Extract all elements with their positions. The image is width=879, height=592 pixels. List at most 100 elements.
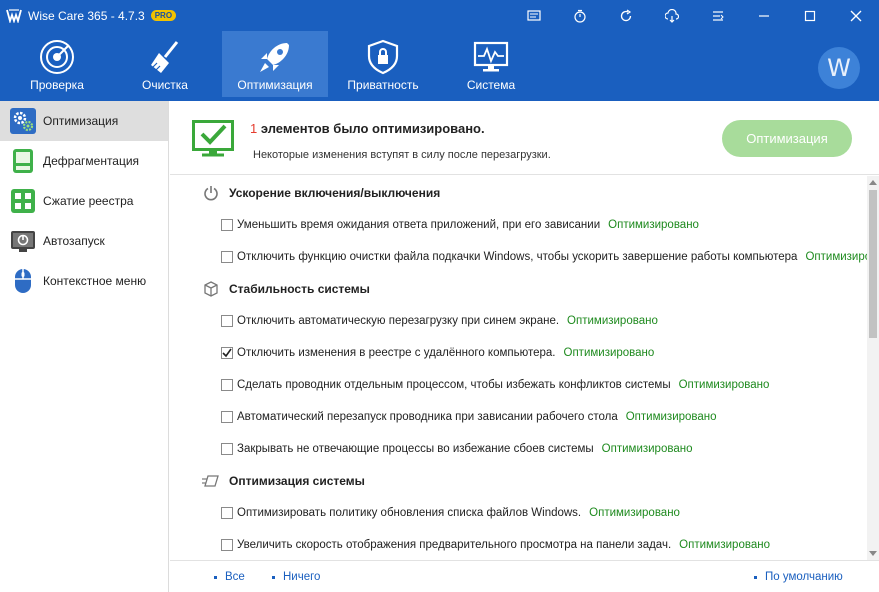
mouse-icon xyxy=(10,268,36,294)
sidebar-item-startup[interactable]: Автозапуск xyxy=(0,221,168,261)
pro-badge: PRO xyxy=(150,10,177,21)
check-monitor-icon xyxy=(192,120,234,157)
sidebar-item-label: Контекстное меню xyxy=(43,274,147,288)
scrollbar[interactable] xyxy=(867,176,879,560)
status-label: Оптимизировано xyxy=(608,219,699,231)
section-title: Стабильность системы xyxy=(229,282,370,296)
optimize-button[interactable]: Оптимизация xyxy=(722,120,852,157)
nav-label: Очистка xyxy=(142,78,188,92)
minimize-icon[interactable] xyxy=(741,0,787,31)
optimization-list: Ускорение включения/выключения Уменьшить… xyxy=(170,176,867,560)
sidebar-item-label: Дефрагментация xyxy=(43,154,140,168)
list-item[interactable]: Уменьшить время ожидания ответа приложен… xyxy=(170,216,867,234)
list-item-text: Увеличить скорость отображения предварит… xyxy=(237,539,770,551)
scroll-up-icon[interactable] xyxy=(867,176,879,188)
status-label: Оптимизировано xyxy=(563,347,655,359)
bullet-icon xyxy=(272,575,275,579)
restore-icon[interactable] xyxy=(557,0,603,31)
checkbox[interactable] xyxy=(221,315,233,327)
checkbox[interactable] xyxy=(221,219,233,231)
nav-item-scan[interactable]: Проверка xyxy=(4,31,110,97)
monitor-icon[interactable] xyxy=(511,0,557,31)
result-title: 1 элементов было оптимизировано. xyxy=(250,121,485,136)
list-item[interactable]: Отключить изменения в реестре с удалённо… xyxy=(170,344,867,362)
checkbox[interactable] xyxy=(221,539,233,551)
sidebar-item-context-menu[interactable]: Контекстное меню xyxy=(0,261,168,301)
list-item[interactable]: Сделать проводник отдельным процессом, ч… xyxy=(170,376,867,394)
speed-icon xyxy=(202,472,220,490)
nav-label: Приватность xyxy=(347,78,419,92)
list-item-text: Отключить автоматическую перезагрузку пр… xyxy=(237,315,658,327)
status-label: Оптимизировано xyxy=(601,443,693,455)
status-label: Оптимизировано xyxy=(679,539,770,551)
list-item[interactable]: Автоматический перезапуск проводника при… xyxy=(170,408,867,426)
menu-icon[interactable] xyxy=(695,0,741,31)
nav-item-optimize[interactable]: Оптимизация xyxy=(222,31,328,97)
scrollbar-thumb[interactable] xyxy=(869,190,877,338)
nav-item-privacy[interactable]: Приватность xyxy=(330,31,436,97)
checkbox-checked[interactable] xyxy=(221,347,233,359)
radar-icon xyxy=(40,40,74,74)
sidebar-item-optimization[interactable]: Оптимизация xyxy=(0,101,168,141)
list-item[interactable]: Оптимизировать политику обновления списк… xyxy=(170,504,867,522)
checkmark-icon xyxy=(222,348,232,358)
disk-icon xyxy=(10,148,36,174)
result-header: 1 элементов было оптимизировано. Некотор… xyxy=(170,101,879,175)
result-title-text: элементов было оптимизировано. xyxy=(257,121,485,136)
status-label: Оптимизировано xyxy=(567,315,658,327)
sidebar-item-defrag[interactable]: Дефрагментация xyxy=(0,141,168,181)
list-item[interactable]: Увеличить скорость отображения предварит… xyxy=(170,536,867,554)
select-all-link[interactable]: Все xyxy=(214,571,245,583)
select-all-label: Все xyxy=(225,571,245,583)
gear-icon xyxy=(10,108,36,134)
nav-item-clean[interactable]: Очистка xyxy=(112,31,218,97)
cube-icon xyxy=(202,280,220,298)
scroll-down-icon[interactable] xyxy=(867,548,879,560)
status-label: Оптимизировано xyxy=(589,507,680,519)
list-item-text: Уменьшить время ожидания ответа приложен… xyxy=(237,219,699,231)
sidebar-item-registry[interactable]: Сжатие реестра xyxy=(0,181,168,221)
avatar[interactable]: W xyxy=(818,47,860,89)
rocket-icon xyxy=(260,43,289,72)
list-item-text: Автоматический перезапуск проводника при… xyxy=(237,411,717,423)
select-none-label: Ничего xyxy=(283,571,321,583)
status-label: Оптимизиро... xyxy=(805,251,867,263)
select-none-link[interactable]: Ничего xyxy=(272,571,320,583)
list-item[interactable]: Отключить автоматическую перезагрузку пр… xyxy=(170,312,867,330)
nav-label: Оптимизация xyxy=(237,78,313,92)
shield-icon xyxy=(367,39,399,75)
registry-icon xyxy=(10,188,36,214)
power-icon xyxy=(202,184,220,202)
checkbox[interactable] xyxy=(221,379,233,391)
sidebar: Оптимизация Дефрагментация Сжатие реестр… xyxy=(0,101,169,592)
nav-item-system[interactable]: Система xyxy=(438,31,544,97)
cloud-icon[interactable] xyxy=(649,0,695,31)
checkbox[interactable] xyxy=(221,507,233,519)
list-item[interactable]: Отключить функцию очистки файла подкачки… xyxy=(170,248,867,266)
result-subtitle: Некоторые изменения вступят в силу после… xyxy=(253,149,551,161)
close-icon[interactable] xyxy=(833,0,879,31)
checkbox[interactable] xyxy=(221,443,233,455)
list-item[interactable]: Закрывать не отвечающие процессы во избе… xyxy=(170,440,867,458)
default-label: По умолчанию xyxy=(765,571,843,583)
sidebar-item-label: Сжатие реестра xyxy=(43,194,134,208)
list-item-text: Отключить функцию очистки файла подкачки… xyxy=(237,251,867,263)
default-link[interactable]: По умолчанию xyxy=(754,571,843,583)
sidebar-item-label: Автозапуск xyxy=(43,234,105,248)
nav-label: Система xyxy=(466,78,516,92)
checkbox[interactable] xyxy=(221,411,233,423)
list-item-text: Закрывать не отвечающие процессы во избе… xyxy=(237,443,693,455)
section-title: Ускорение включения/выключения xyxy=(229,186,441,200)
status-label: Оптимизировано xyxy=(678,379,770,391)
system-monitor-icon xyxy=(473,41,509,72)
refresh-icon[interactable] xyxy=(603,0,649,31)
list-item-text: Отключить изменения в реестре с удалённо… xyxy=(237,347,655,359)
status-label: Оптимизировано xyxy=(625,411,717,423)
list-item-text: Оптимизировать политику обновления списк… xyxy=(237,507,680,519)
section-title: Оптимизация системы xyxy=(229,474,365,488)
nav-label: Проверка xyxy=(30,78,84,92)
maximize-icon[interactable] xyxy=(787,0,833,31)
checkbox[interactable] xyxy=(221,251,233,263)
broom-icon xyxy=(151,41,179,73)
main-nav: Проверка Очистка Оптимизация Приватность xyxy=(0,31,879,101)
